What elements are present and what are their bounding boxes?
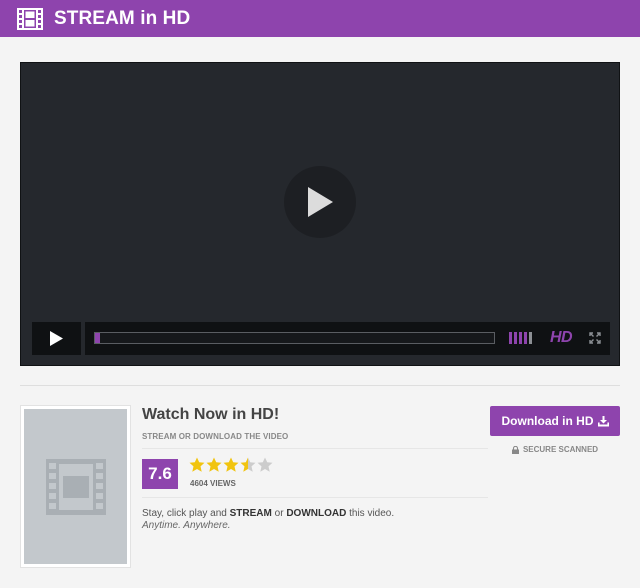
video-description: Stay, click play and STREAM or DOWNLOAD … [142, 508, 394, 519]
big-play-button[interactable] [284, 166, 356, 238]
video-title: Watch Now in HD! [142, 406, 280, 423]
video-tagline: Anytime. Anywhere. [142, 520, 231, 531]
film-strip-icon [17, 7, 43, 30]
desc-text: this video. [346, 508, 395, 519]
video-player[interactable]: HD [20, 62, 620, 366]
star-icon [206, 457, 222, 472]
volume-bar[interactable] [524, 332, 527, 344]
star-icon [257, 457, 273, 472]
control-bar: HD [85, 322, 610, 355]
view-count: 4604 VIEWS [190, 479, 236, 488]
play-icon [308, 187, 333, 217]
video-poster[interactable] [20, 405, 131, 568]
desc-download: DOWNLOAD [286, 508, 347, 519]
desc-stream: STREAM [229, 508, 272, 519]
info-divider [142, 497, 488, 498]
progress-fill [95, 333, 101, 343]
star-icon [189, 457, 205, 472]
star-rating [189, 457, 273, 473]
site-header: STREAM in HD [0, 0, 640, 37]
desc-text: or [271, 508, 287, 519]
play-icon [50, 331, 63, 346]
play-button[interactable] [32, 322, 81, 355]
progress-bar[interactable] [94, 332, 495, 344]
volume-control[interactable] [509, 332, 532, 344]
fullscreen-icon[interactable] [589, 332, 601, 344]
volume-bar[interactable] [509, 332, 512, 344]
volume-bar[interactable] [529, 332, 532, 344]
hd-badge[interactable]: HD [550, 329, 573, 347]
video-subtitle: STREAM OR DOWNLOAD THE VIDEO [142, 432, 289, 441]
lock-icon [511, 445, 519, 454]
info-divider [142, 448, 488, 449]
download-icon [597, 415, 609, 426]
rating-badge: 7.6 [142, 459, 178, 489]
film-strip-icon [45, 458, 106, 515]
volume-bar[interactable] [519, 332, 522, 344]
poster-placeholder [24, 409, 127, 564]
secure-label: SECURE SCANNED [522, 445, 599, 454]
download-label: Download in HD [501, 414, 594, 428]
desc-text: Stay, click play and [142, 508, 230, 519]
site-title: STREAM in HD [54, 7, 191, 29]
star-icon [240, 457, 256, 472]
volume-bar[interactable] [514, 332, 517, 344]
secure-notice: SECURE SCANNED [490, 445, 620, 454]
section-divider [20, 385, 620, 386]
download-button[interactable]: Download in HD [490, 406, 620, 436]
player-controls: HD [32, 322, 610, 355]
star-icon [223, 457, 239, 472]
